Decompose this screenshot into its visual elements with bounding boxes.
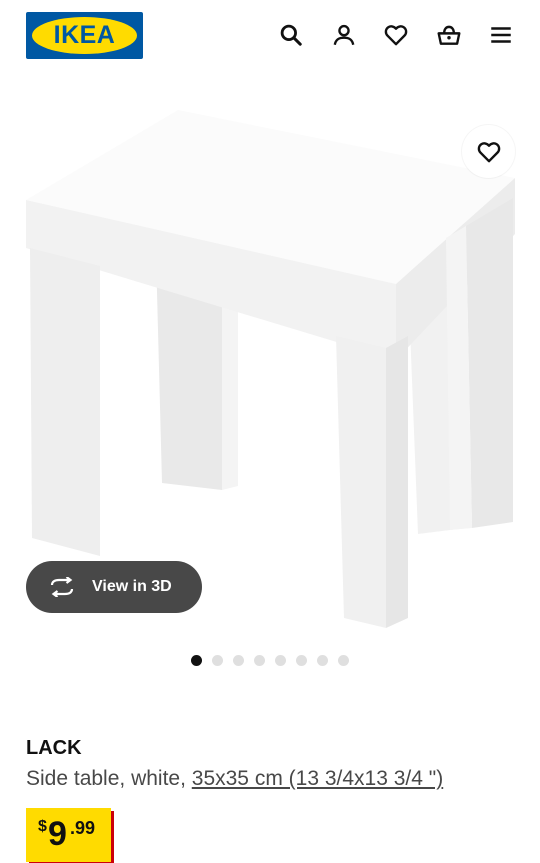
price-decimal: .99 [70, 818, 96, 838]
rotate-3d-icon [48, 576, 78, 598]
product-image[interactable] [26, 98, 515, 638]
carousel-dot-1[interactable] [191, 655, 202, 666]
search-icon [280, 24, 302, 46]
menu-button[interactable] [480, 14, 522, 56]
add-to-favourites-button[interactable] [462, 125, 515, 178]
carousel-dot-4[interactable] [254, 655, 265, 666]
logo-registered-mark: ® [128, 22, 133, 28]
lack-table-picture [26, 110, 515, 628]
search-button[interactable] [270, 14, 312, 56]
product-description: Side table, white, 35x35 cm (13 3/4x13 3… [26, 767, 443, 791]
logo-text: IKEA [53, 21, 116, 49]
price-currency: $ [38, 818, 47, 835]
carousel-dot-3[interactable] [233, 655, 244, 666]
carousel-dot-7[interactable] [317, 655, 328, 666]
header: IKEA ® [0, 0, 540, 72]
image-carousel-indicator [191, 655, 349, 666]
product-size-link[interactable]: 35x35 cm (13 3/4x13 3/4 ") [192, 767, 443, 790]
product-type: Side table, white, [26, 767, 192, 790]
heart-icon [384, 25, 408, 46]
carousel-dot-2[interactable] [212, 655, 223, 666]
price-tag: $ 9 .99 [26, 808, 111, 862]
favourites-button[interactable] [375, 14, 417, 56]
product-name: LACK [26, 737, 82, 759]
cart-button[interactable] [428, 14, 470, 56]
account-icon [333, 24, 355, 46]
heart-icon [477, 141, 500, 162]
view-in-3d-label: View in 3D [92, 578, 172, 595]
price-integer: 9 [48, 815, 67, 853]
shopping-bag-icon [437, 25, 461, 45]
account-button[interactable] [323, 14, 365, 56]
view-in-3d-button[interactable]: View in 3D [26, 561, 202, 613]
carousel-dot-6[interactable] [296, 655, 307, 666]
carousel-dot-8[interactable] [338, 655, 349, 666]
ikea-logo[interactable]: IKEA ® [26, 12, 143, 59]
carousel-dot-5[interactable] [275, 655, 286, 666]
menu-icon [491, 27, 511, 43]
